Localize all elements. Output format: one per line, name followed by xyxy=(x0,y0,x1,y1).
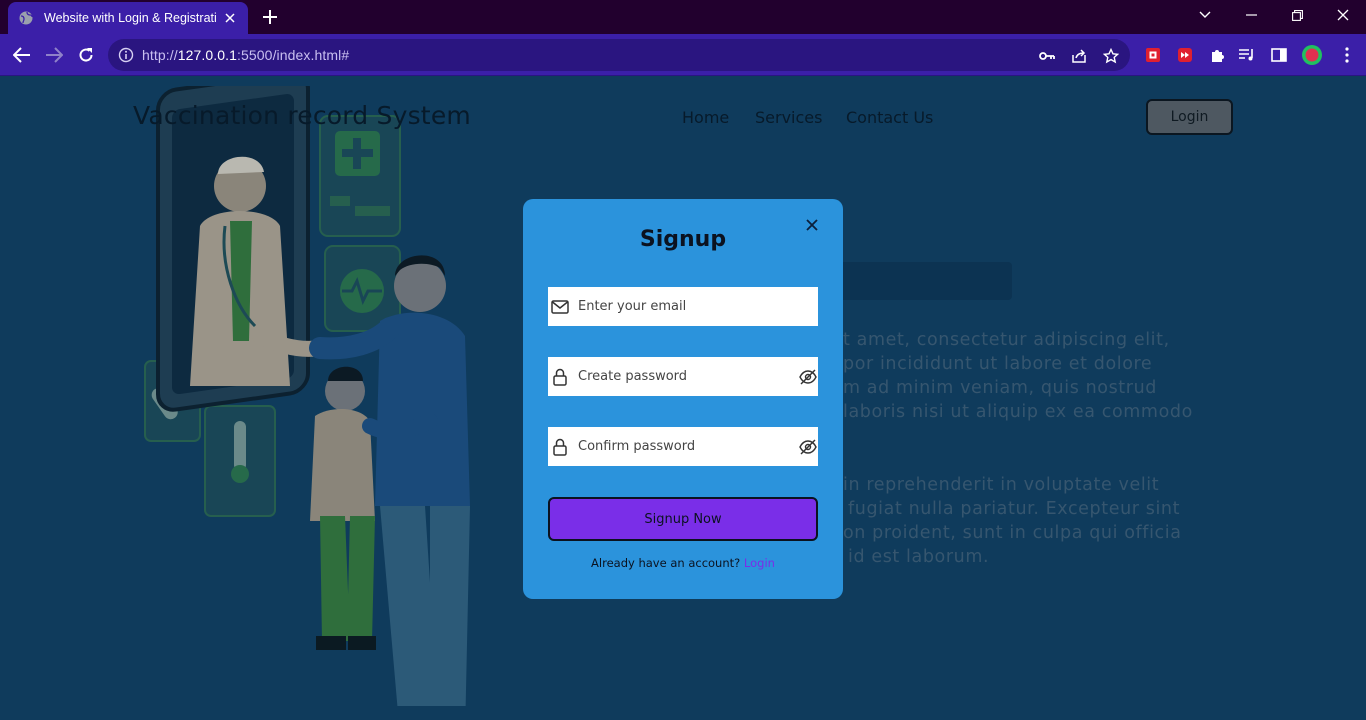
nav-services-link[interactable]: Services xyxy=(755,108,822,127)
browser-menu-icon[interactable] xyxy=(1338,46,1356,64)
eye-off-icon[interactable] xyxy=(798,438,818,456)
nav-home-link[interactable]: Home xyxy=(682,108,729,127)
telemedicine-illustration xyxy=(144,86,470,706)
extension-red-icon[interactable] xyxy=(1144,46,1162,64)
key-icon[interactable] xyxy=(1038,47,1056,65)
signup-modal: Signup Enter your email Create password … xyxy=(523,199,843,599)
email-placeholder: Enter your email xyxy=(578,299,687,314)
puzzle-icon[interactable] xyxy=(1208,46,1226,64)
lock-icon xyxy=(549,367,571,387)
lorem-line-4: laboris nisi ut aliquip ex ea commodo xyxy=(843,402,1193,422)
browser-tab[interactable]: Website with Login & Registratio xyxy=(8,2,248,34)
url-path: :5500/index.html# xyxy=(237,47,350,63)
site-info-icon[interactable] xyxy=(118,47,134,63)
nav-contact-link[interactable]: Contact Us xyxy=(846,108,933,127)
brand-title: Vaccination record System xyxy=(133,101,471,130)
bookmark-star-icon[interactable] xyxy=(1102,47,1120,65)
profile-avatar-icon[interactable] xyxy=(1301,44,1323,66)
login-link[interactable]: Login xyxy=(744,556,775,570)
lorem-line-6: fugiat nulla pariatur. Excepteur sint xyxy=(848,499,1181,519)
url-text: http://127.0.0.1:5500/index.html# xyxy=(142,47,349,63)
hero-heading-block xyxy=(830,262,1012,300)
signup-now-button[interactable]: Signup Now xyxy=(548,497,818,541)
close-window-icon[interactable] xyxy=(1320,0,1366,30)
browser-tab-title: Website with Login & Registratio xyxy=(44,11,216,25)
restore-icon[interactable] xyxy=(1274,0,1320,30)
lorem-line-5: in reprehenderit in voluptate velit xyxy=(843,475,1160,495)
login-prompt-text: Already have an account? xyxy=(591,556,741,570)
url-prefix: http:// xyxy=(142,47,178,63)
login-prompt: Already have an account? Login xyxy=(523,556,843,570)
media-queue-icon[interactable] xyxy=(1238,46,1256,64)
password-placeholder: Create password xyxy=(578,369,688,384)
browser-toolbar: http://127.0.0.1:5500/index.html# xyxy=(0,34,1366,76)
create-password-field[interactable]: Create password xyxy=(548,357,818,396)
url-host: 127.0.0.1 xyxy=(177,47,238,63)
header-login-button[interactable]: Login xyxy=(1146,99,1233,135)
tab-search-icon[interactable] xyxy=(1182,0,1228,30)
side-panel-icon[interactable] xyxy=(1270,46,1288,64)
globe-icon xyxy=(18,10,34,26)
lorem-line-1: t amet, consectetur adipiscing elit, xyxy=(843,330,1170,350)
lock-icon xyxy=(549,437,571,457)
lorem-line-7: on proident, sunt in culpa qui officia xyxy=(843,523,1182,543)
lorem-line-3: m ad minim veniam, quis nostrud xyxy=(843,378,1157,398)
confirm-placeholder: Confirm password xyxy=(578,439,696,454)
video-downloader-icon[interactable] xyxy=(1176,46,1194,64)
web-page: Vaccination record System Home Services … xyxy=(0,76,1366,720)
confirm-password-field[interactable]: Confirm password xyxy=(548,427,818,466)
minimize-icon[interactable] xyxy=(1228,0,1274,30)
forward-icon[interactable] xyxy=(41,42,67,68)
email-field[interactable]: Enter your email xyxy=(548,287,818,326)
envelope-icon xyxy=(549,297,571,317)
close-tab-icon[interactable] xyxy=(222,10,238,26)
eye-off-icon[interactable] xyxy=(798,368,818,386)
reload-icon[interactable] xyxy=(73,42,99,68)
browser-tab-bar: Website with Login & Registratio xyxy=(0,0,1366,34)
share-icon[interactable] xyxy=(1070,47,1088,65)
address-bar[interactable]: http://127.0.0.1:5500/index.html# xyxy=(108,39,1130,71)
modal-title: Signup xyxy=(639,227,727,252)
new-tab-icon[interactable] xyxy=(258,6,282,28)
lorem-line-8: id est laborum. xyxy=(848,547,990,567)
back-icon[interactable] xyxy=(9,42,35,68)
lorem-line-2: por incididunt ut labore et dolore xyxy=(843,354,1153,374)
